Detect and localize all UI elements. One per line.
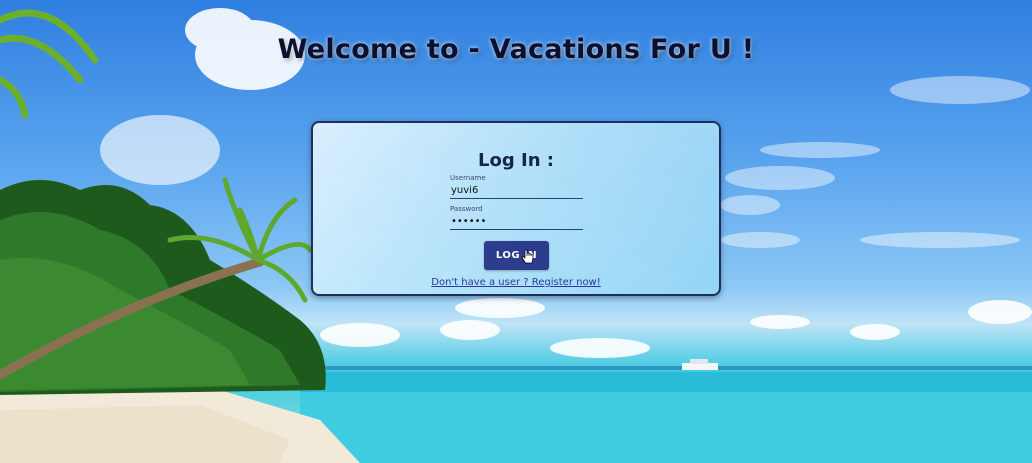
- username-field-group: Username yuvi6: [450, 174, 583, 199]
- password-label: Password: [450, 205, 483, 213]
- password-field-group: Password ••••••: [450, 205, 583, 230]
- username-label: Username: [450, 174, 486, 182]
- password-input[interactable]: ••••••: [450, 214, 583, 230]
- register-link[interactable]: Don't have a user ? Register now!: [313, 277, 719, 288]
- page-title: Welcome to - Vacations For U !: [277, 34, 755, 65]
- hand-pointer-icon: [521, 249, 534, 264]
- username-input[interactable]: yuvi6: [450, 183, 583, 199]
- login-heading: Log In :: [478, 150, 554, 171]
- login-button[interactable]: LOG IN: [484, 241, 549, 270]
- login-form: Log In : Username yuvi6 Password •••••• …: [311, 121, 721, 296]
